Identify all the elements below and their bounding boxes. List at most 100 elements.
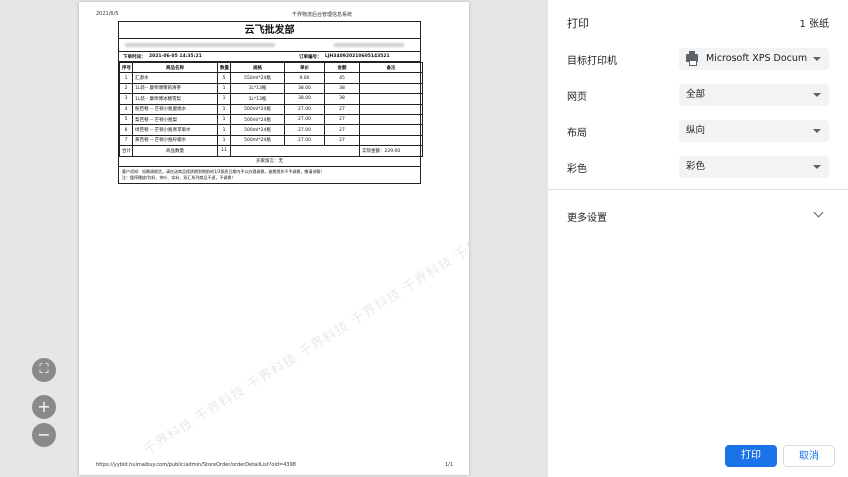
total-label: 合计 bbox=[119, 145, 133, 157]
pages-label: 网页 bbox=[567, 92, 587, 103]
cell-qty: 1 bbox=[217, 103, 231, 115]
chevron-down-icon[interactable] bbox=[813, 207, 824, 218]
cell-qty: 5 bbox=[217, 72, 231, 84]
cell-spec: 500ml*24瓶 bbox=[230, 103, 285, 115]
zoom-out-icon[interactable]: − bbox=[32, 423, 56, 447]
pages-value: 全部 bbox=[686, 89, 706, 100]
invoice-notes: 客户须知：如需调换货，请在送商品保质期到期前的1/3保质日期内予以办理调换，逾期… bbox=[119, 167, 420, 183]
total-spacer bbox=[230, 145, 360, 157]
print-button[interactable]: 打印 bbox=[725, 445, 777, 467]
cell-qty: 1 bbox=[217, 124, 231, 136]
cell-amount: 27 bbox=[324, 113, 360, 126]
redacted-address bbox=[125, 43, 275, 47]
chevron-down-icon bbox=[813, 129, 821, 133]
cell-product: 汇源水 bbox=[132, 72, 218, 84]
cell-index: 6 bbox=[119, 124, 133, 136]
cell-product: 梨芭顿 -- 芒顿小瓶梨 bbox=[132, 113, 218, 126]
cell-note bbox=[359, 113, 423, 126]
invoice-company: 云飞批发部 bbox=[119, 22, 420, 39]
cell-product: 绿芭顿 -- 芒顿小瓶青苹果水 bbox=[132, 124, 218, 136]
col-header: 备注 bbox=[359, 61, 423, 74]
printer-icon bbox=[686, 50, 698, 66]
invoice-redacted-line bbox=[119, 39, 420, 52]
color-label: 彩色 bbox=[567, 164, 587, 175]
cell-note bbox=[359, 103, 423, 115]
table-row: 4 粉芭顿 -- 芒顿小瓶蜜桃水 1 500ml*24瓶 27.00 27 bbox=[119, 103, 423, 115]
cell-qty: 1 bbox=[217, 93, 231, 105]
qty-label: 商品数量 bbox=[132, 145, 218, 157]
invoice-items-table: 序号 商品名称 数量 规格 单价 金额 备注 1 汇源水 5 550ml*24瓶 bbox=[119, 61, 423, 157]
table-row: 7 黄芭顿 -- 芒顿小瓶柠檬水 1 500ml*24瓶 27.00 27 bbox=[119, 134, 423, 147]
color-select[interactable]: 彩色 bbox=[679, 156, 829, 178]
table-row: 1 汇源水 5 550ml*24瓶 9.00 45 bbox=[119, 72, 423, 84]
cell-index: 7 bbox=[119, 134, 133, 147]
table-row: 2 1L装-- 康师傅茉莉清茶 1 1L*13瓶 38.00 38 bbox=[119, 82, 423, 95]
invoice-meta: 下单时间： 2021-06-05 14:35:21 订单编号： LJH34092… bbox=[119, 52, 420, 62]
chevron-down-icon bbox=[813, 93, 821, 97]
cell-price: 38.00 bbox=[284, 93, 325, 105]
paid-label: 实际金额： bbox=[362, 148, 385, 154]
preview-page: 2021/6/5 千界物流后台管理信息系统 云飞批发部 下单时间： 2021-0… bbox=[79, 2, 469, 475]
table-row: 5 梨芭顿 -- 芒顿小瓶梨 1 500ml*24瓶 27.00 27 bbox=[119, 113, 423, 126]
col-header: 序号 bbox=[119, 61, 133, 74]
invoice: 云飞批发部 下单时间： 2021-06-05 14:35:21 订单编号： LJ… bbox=[118, 21, 423, 184]
chevron-down-icon bbox=[813, 57, 821, 61]
print-settings-panel: 打印 1 张纸 目标打印机 Microsoft XPS Docum 网页 全部 … bbox=[548, 0, 848, 477]
layout-label: 布局 bbox=[567, 128, 587, 139]
page-header-title: 千界物流后台管理信息系统 bbox=[292, 12, 353, 18]
cell-amount: 27 bbox=[324, 124, 360, 136]
table-row: 3 1L装-- 康师傅冰糖雪梨 1 1L*13瓶 38.00 38 bbox=[119, 93, 423, 105]
cell-qty: 1 bbox=[217, 134, 231, 147]
destination-select[interactable]: Microsoft XPS Docum bbox=[679, 48, 829, 70]
cell-index: 1 bbox=[119, 72, 133, 84]
divider bbox=[548, 189, 848, 190]
cell-price: 9.00 bbox=[284, 72, 325, 84]
layout-value: 纵向 bbox=[686, 125, 706, 136]
table-header-row: 序号 商品名称 数量 规格 单价 金额 备注 bbox=[119, 61, 423, 74]
page-footer-url: https://yybld.huimaibuy.com/public/admin… bbox=[96, 462, 296, 468]
cell-amount: 27 bbox=[324, 103, 360, 115]
cell-spec: 500ml*24瓶 bbox=[230, 113, 285, 126]
pages-select[interactable]: 全部 bbox=[679, 84, 829, 106]
buyer-note: 买家留言：无 bbox=[119, 157, 420, 167]
cell-price: 27.00 bbox=[284, 134, 325, 147]
page-footer-number: 1/1 bbox=[445, 462, 454, 468]
cell-index: 5 bbox=[119, 113, 133, 126]
fit-to-page-icon[interactable]: ⛶ bbox=[32, 358, 56, 382]
col-header: 单价 bbox=[284, 61, 325, 74]
cell-index: 2 bbox=[119, 82, 133, 95]
cell-note bbox=[359, 72, 423, 84]
cell-amount: 38 bbox=[324, 82, 360, 95]
cell-qty: 1 bbox=[217, 113, 231, 126]
col-header: 规格 bbox=[230, 61, 285, 74]
cell-spec: 500ml*24瓶 bbox=[230, 134, 285, 147]
cell-note bbox=[359, 93, 423, 105]
col-header: 商品名称 bbox=[132, 61, 218, 74]
cancel-button[interactable]: 取消 bbox=[783, 445, 835, 467]
cell-amount: 38 bbox=[324, 93, 360, 105]
order-time: 2021-06-05 14:35:21 bbox=[149, 54, 202, 59]
table-total-row: 合计 商品数量 11 实际金额：229.00 bbox=[119, 145, 423, 157]
cell-amount: 27 bbox=[324, 134, 360, 147]
more-settings-toggle[interactable]: 更多设置 bbox=[567, 209, 607, 224]
cell-index: 4 bbox=[119, 103, 133, 115]
order-time-label: 下单时间： bbox=[123, 55, 146, 60]
paid-amount-cell: 实际金额：229.00 bbox=[359, 145, 423, 157]
cell-spec: 550ml*24瓶 bbox=[230, 72, 285, 84]
redacted-phone bbox=[334, 43, 404, 47]
cell-price: 27.00 bbox=[284, 113, 325, 126]
cell-price: 27.00 bbox=[284, 103, 325, 115]
note-line: 注：缓停播放/饮料、茶叶、实料、双汇系列商品不退，不调换！ bbox=[122, 174, 236, 180]
watermark: 千界科技 千界科技 千界科技 千界科技 千界科技 千界科技 千界科技 千界科技 … bbox=[141, 157, 469, 459]
zoom-in-icon[interactable]: + bbox=[32, 395, 56, 419]
layout-select[interactable]: 纵向 bbox=[679, 120, 829, 142]
table-row: 6 绿芭顿 -- 芒顿小瓶青苹果水 1 500ml*24瓶 27.00 27 bbox=[119, 124, 423, 136]
cell-spec: 1L*13瓶 bbox=[230, 93, 285, 105]
cell-qty: 1 bbox=[217, 82, 231, 95]
total-qty: 11 bbox=[217, 145, 231, 157]
order-no-label: 订单编号： bbox=[299, 55, 322, 60]
cell-product: 黄芭顿 -- 芒顿小瓶柠檬水 bbox=[132, 134, 218, 147]
cell-product: 粉芭顿 -- 芒顿小瓶蜜桃水 bbox=[132, 103, 218, 115]
destination-label: 目标打印机 bbox=[567, 56, 617, 67]
cell-note bbox=[359, 82, 423, 95]
